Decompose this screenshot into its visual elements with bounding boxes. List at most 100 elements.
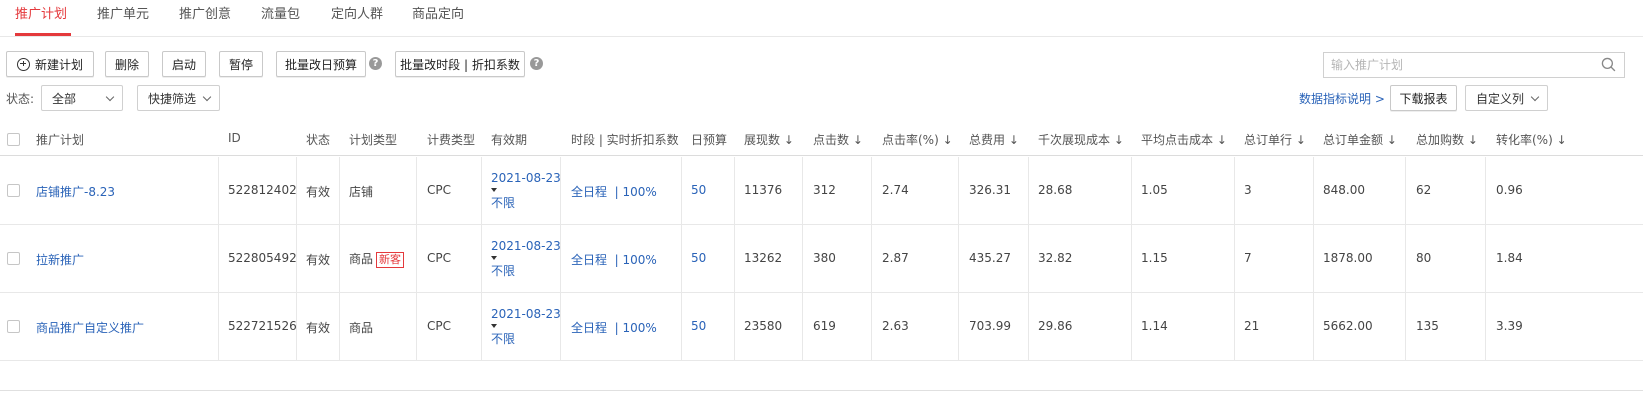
plan-type: 商品: [349, 321, 374, 335]
new-customer-badge: 新客: [376, 252, 405, 268]
header-clicks[interactable]: 点击数 ↓: [813, 131, 863, 148]
table-bottom-divider: [0, 390, 1643, 391]
tab-promotion-plan[interactable]: 推广计划: [15, 3, 67, 25]
discount-value: | 100%: [614, 185, 657, 199]
help-icon[interactable]: ?: [530, 57, 543, 70]
pause-button[interactable]: 暂停: [219, 51, 263, 77]
cpm-value: 28.68: [1038, 183, 1073, 197]
plan-name-link[interactable]: 拉新推广: [36, 251, 84, 268]
impressions-value: 11376: [744, 183, 783, 197]
tab-product-targeting[interactable]: 商品定向: [412, 3, 464, 25]
cpm-value: 29.86: [1038, 319, 1073, 333]
valid-from-date[interactable]: 2021-08-23: [491, 239, 561, 253]
row-checkbox[interactable]: [7, 320, 20, 333]
schedule-link[interactable]: 全日程 | 100%: [571, 251, 657, 268]
impressions-value: 23580: [744, 319, 783, 333]
plus-circle-icon: [16, 57, 30, 71]
header-billing-type: 计费类型: [427, 133, 476, 147]
plan-id: 522812402: [228, 183, 297, 197]
valid-to-date[interactable]: 不限: [491, 262, 515, 279]
select-all-checkbox[interactable]: [7, 133, 20, 146]
tab-target-audience[interactable]: 定向人群: [331, 3, 383, 25]
header-schedule-discount: 时段 | 实时折扣系数: [571, 133, 679, 147]
daily-budget[interactable]: 50: [691, 319, 706, 333]
cost-value: 326.31: [969, 183, 1011, 197]
header-cpc[interactable]: 平均点击成本 ↓: [1141, 131, 1227, 148]
tab-traffic-pack[interactable]: 流量包: [261, 3, 300, 25]
valid-to-date[interactable]: 不限: [491, 194, 515, 211]
header-ctr[interactable]: 点击率(%) ↓: [882, 131, 953, 148]
header-id: ID: [228, 131, 241, 145]
top-tabs: 推广计划 推广单元 推广创意 流量包 定向人群 商品定向: [0, 0, 1643, 37]
billing-type: CPC: [427, 251, 451, 265]
batch-time-discount-button[interactable]: 批量改时段 | 折扣系数: [395, 51, 525, 77]
delete-button[interactable]: 删除: [105, 51, 149, 77]
chevron-down-icon: [105, 92, 115, 102]
start-button[interactable]: 启动: [162, 51, 206, 77]
schedule-link[interactable]: 全日程 | 100%: [571, 183, 657, 200]
plan-id: 522721526: [228, 319, 297, 333]
header-impressions[interactable]: 展现数 ↓: [744, 131, 794, 148]
header-cvr[interactable]: 转化率(%) ↓: [1496, 131, 1567, 148]
schedule-label: 全日程: [571, 321, 608, 335]
discount-value: | 100%: [614, 253, 657, 267]
header-total-cost[interactable]: 总费用 ↓: [969, 131, 1019, 148]
new-plan-button[interactable]: 新建计划: [6, 51, 94, 77]
orders-value: 21: [1244, 319, 1260, 333]
quick-filter-select[interactable]: 快捷筛选: [137, 85, 220, 111]
valid-from-date[interactable]: 2021-08-23: [491, 171, 561, 185]
carts-value: 135: [1416, 319, 1439, 333]
cvr-value: 3.39: [1496, 319, 1523, 333]
row-checkbox[interactable]: [7, 252, 20, 265]
cpc-value: 1.15: [1141, 251, 1168, 265]
table-header: 推广计划 ID 状态 计划类型 计费类型 有效期 时段 | 实时折扣系数 日预算…: [0, 122, 1643, 156]
daily-budget[interactable]: 50: [691, 251, 706, 265]
clicks-value: 380: [813, 251, 836, 265]
tab-promotion-unit[interactable]: 推广单元: [97, 3, 149, 25]
custom-columns-button[interactable]: 自定义列: [1465, 85, 1548, 111]
custom-columns-label: 自定义列: [1476, 91, 1525, 106]
status-filter-label: 状态:: [6, 92, 35, 106]
cost-value: 435.27: [969, 251, 1011, 265]
caret-down-icon[interactable]: [491, 256, 497, 260]
search-icon[interactable]: [1601, 57, 1616, 72]
help-icon[interactable]: ?: [369, 57, 382, 70]
plan-type: 商品 新客: [349, 250, 405, 268]
plan-status: 有效: [306, 253, 331, 267]
plan-type: 店铺: [349, 185, 374, 199]
tab-promotion-creative[interactable]: 推广创意: [179, 3, 231, 25]
metrics-help-link[interactable]: 数据指标说明 >: [1299, 90, 1385, 107]
header-orders[interactable]: 总订单行 ↓: [1244, 131, 1306, 148]
orders-value: 7: [1244, 251, 1252, 265]
ctr-value: 2.74: [882, 183, 909, 197]
table-row: 商品推广自定义推广 522721526 有效 商品 CPC 2021-08-23…: [0, 293, 1643, 361]
row-checkbox[interactable]: [7, 184, 20, 197]
header-carts[interactable]: 总加购数 ↓: [1416, 131, 1478, 148]
status-select-value: 全部: [52, 91, 77, 106]
schedule-link[interactable]: 全日程 | 100%: [571, 319, 657, 336]
cpm-value: 32.82: [1038, 251, 1073, 265]
header-cpm[interactable]: 千次展现成本 ↓: [1038, 131, 1124, 148]
valid-from-date[interactable]: 2021-08-23: [491, 307, 561, 321]
order-amount-value: 5662.00: [1323, 319, 1373, 333]
cpc-value: 1.14: [1141, 319, 1168, 333]
search-input[interactable]: [1324, 53, 1584, 77]
plan-name-link[interactable]: 店铺推广-8.23: [36, 183, 115, 200]
batch-budget-button[interactable]: 批量改日预算: [276, 51, 366, 77]
plan-name-link[interactable]: 商品推广自定义推广: [36, 319, 144, 336]
cvr-value: 1.84: [1496, 251, 1523, 265]
caret-down-icon[interactable]: [491, 324, 497, 328]
cvr-value: 0.96: [1496, 183, 1523, 197]
daily-budget[interactable]: 50: [691, 183, 706, 197]
status-select[interactable]: 全部: [41, 85, 123, 111]
schedule-label: 全日程: [571, 185, 608, 199]
header-order-amount[interactable]: 总订单金额 ↓: [1323, 131, 1397, 148]
plan-id: 522805492: [228, 251, 297, 265]
header-plan: 推广计划: [36, 133, 85, 147]
cost-value: 703.99: [969, 319, 1011, 333]
order-amount-value: 1878.00: [1323, 251, 1373, 265]
clicks-value: 312: [813, 183, 836, 197]
valid-to-date[interactable]: 不限: [491, 330, 515, 347]
caret-down-icon[interactable]: [491, 188, 497, 192]
download-report-button[interactable]: 下载报表: [1390, 85, 1457, 111]
